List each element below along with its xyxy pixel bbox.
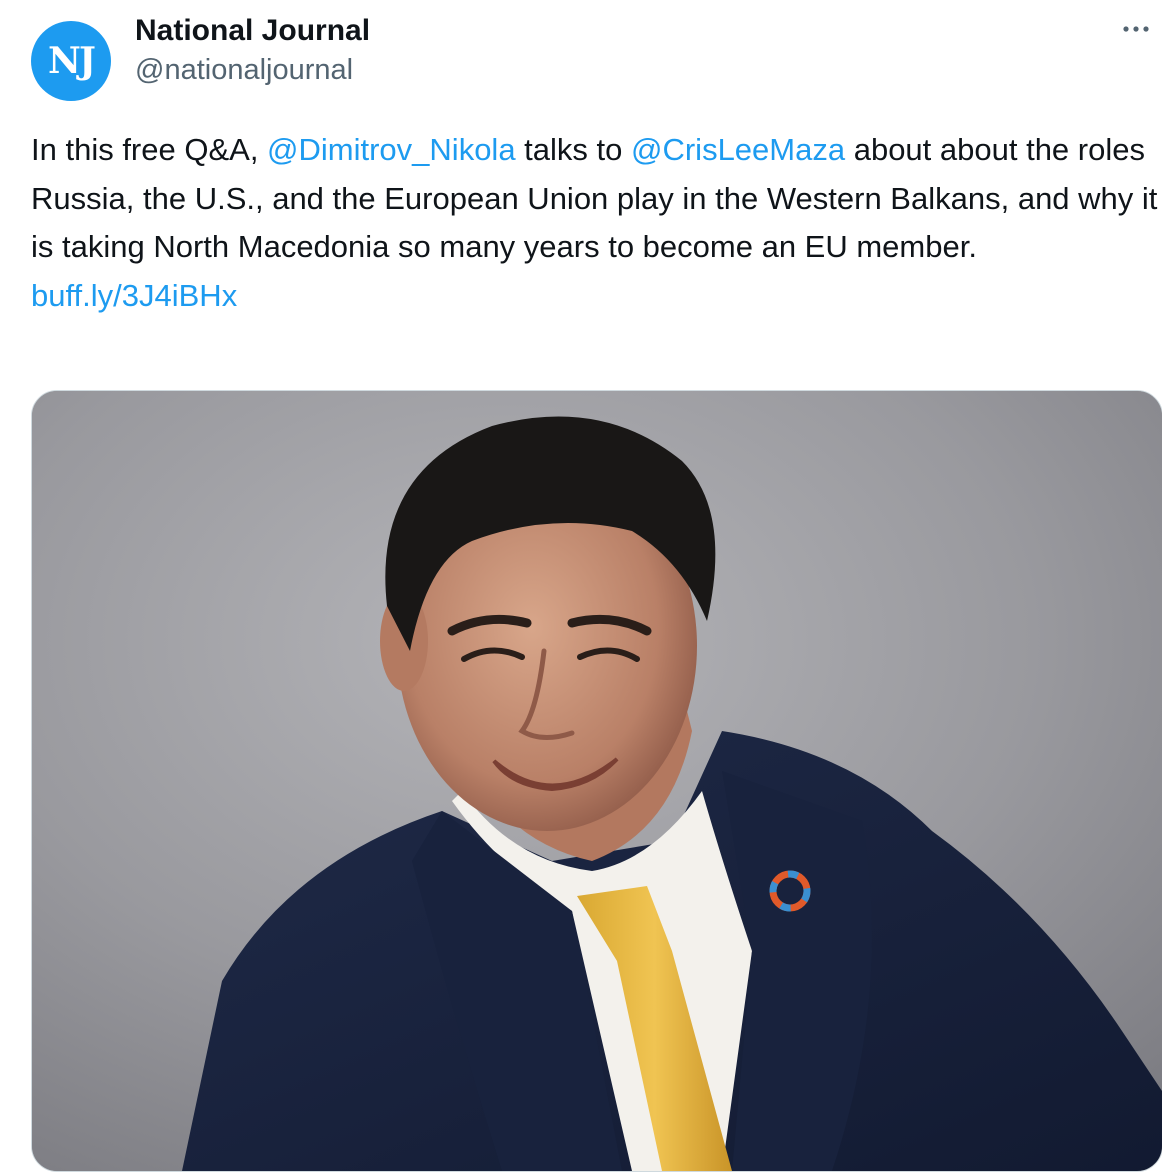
tweet-text-before: In this free Q&A,: [31, 132, 268, 167]
tweet: NJ National Journal @nationaljournal In …: [0, 0, 1162, 1172]
portrait-image: [32, 391, 1162, 1171]
tweet-photo[interactable]: [31, 390, 1162, 1172]
avatar[interactable]: NJ: [31, 21, 111, 101]
tweet-text: In this free Q&A, @Dimitrov_Nikola talks…: [31, 126, 1159, 320]
more-button[interactable]: [1118, 14, 1154, 44]
avatar-logo-text: NJ: [48, 40, 96, 82]
tweet-text-middle: talks to: [515, 132, 631, 167]
tweet-link[interactable]: buff.ly/3J4iBHx: [31, 272, 1159, 321]
display-name[interactable]: National Journal: [135, 12, 370, 50]
mention-dimitrov-nikola[interactable]: @Dimitrov_Nikola: [267, 132, 516, 167]
handle[interactable]: @nationaljournal: [135, 52, 353, 88]
mention-crisleemaza[interactable]: @CrisLeeMaza: [631, 132, 845, 167]
more-horizontal-icon: [1123, 26, 1149, 32]
